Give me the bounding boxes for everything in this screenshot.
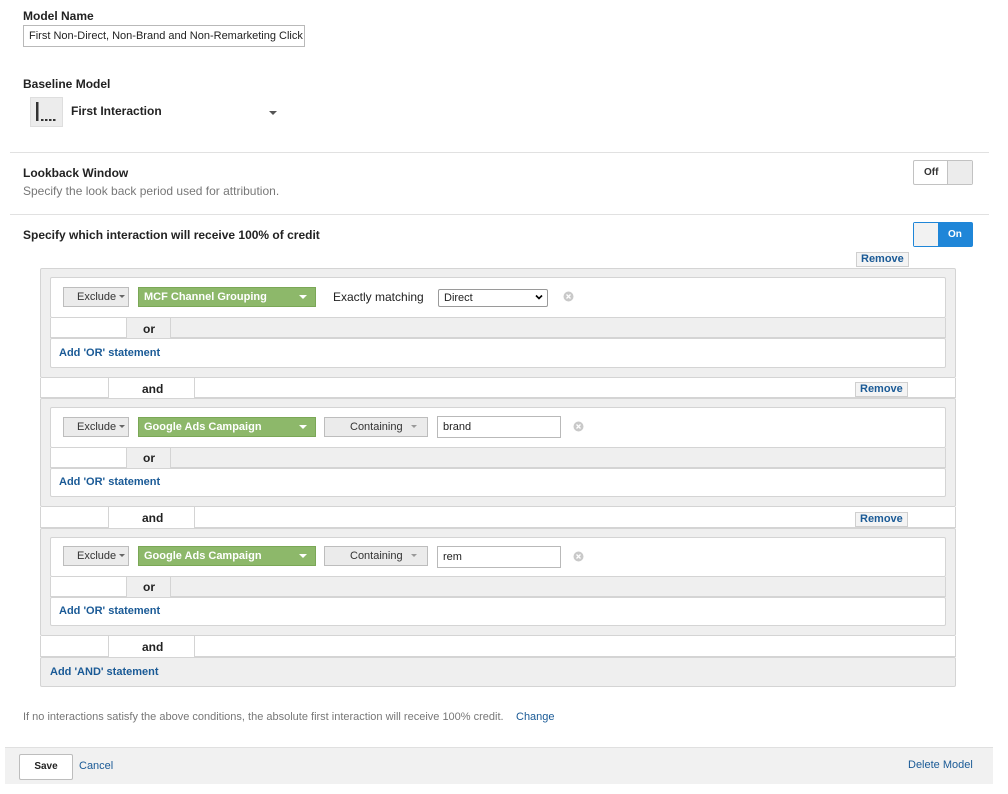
or-spacer bbox=[170, 318, 946, 338]
model-name-label: Model Name bbox=[23, 9, 94, 23]
chevron-down-icon bbox=[269, 111, 277, 115]
add-or-link[interactable]: Add 'OR' statement bbox=[59, 347, 160, 359]
clear-icon[interactable] bbox=[573, 551, 584, 562]
credit-toggle-label: On bbox=[948, 229, 962, 240]
chevron-down-icon bbox=[119, 425, 125, 428]
dimension-label: MCF Channel Grouping bbox=[144, 291, 267, 303]
toggle-knob bbox=[914, 223, 939, 246]
add-or-row bbox=[50, 338, 946, 368]
chevron-down-icon bbox=[411, 425, 417, 428]
dimension-label: Google Ads Campaign bbox=[144, 421, 262, 433]
and-label: and bbox=[142, 511, 164, 525]
model-name-input[interactable]: First Non-Direct, Non-Brand and Non-Rema… bbox=[23, 25, 305, 47]
chevron-down-icon bbox=[119, 295, 125, 298]
remove-button[interactable]: Remove bbox=[856, 252, 909, 267]
credit-title: Specify which interaction will receive 1… bbox=[23, 228, 320, 242]
exclude-button[interactable]: Exclude bbox=[63, 287, 129, 307]
delete-model-link[interactable]: Delete Model bbox=[908, 759, 973, 771]
chevron-down-icon bbox=[299, 425, 307, 429]
exclude-button[interactable]: Exclude bbox=[63, 546, 129, 566]
baseline-model-value: First Interaction bbox=[71, 104, 162, 118]
save-button[interactable]: Save bbox=[19, 754, 73, 780]
exclude-button[interactable]: Exclude bbox=[63, 417, 129, 437]
and-spacer bbox=[194, 636, 956, 657]
clear-icon[interactable] bbox=[573, 421, 584, 432]
or-spacer bbox=[50, 577, 127, 597]
baseline-model-dropdown[interactable]: First Interaction bbox=[30, 97, 282, 127]
match-type-label: Containing bbox=[350, 421, 403, 433]
and-label: and bbox=[142, 640, 164, 654]
exclude-label: Exclude bbox=[77, 550, 117, 562]
or-label: or bbox=[143, 580, 155, 594]
and-spacer bbox=[40, 378, 109, 398]
lookback-toggle[interactable]: Off bbox=[913, 160, 973, 185]
dimension-selector[interactable]: Google Ads Campaign bbox=[138, 546, 316, 566]
chevron-down-icon bbox=[535, 294, 543, 300]
change-link[interactable]: Change bbox=[516, 711, 555, 723]
lookback-description: Specify the look back period used for at… bbox=[23, 184, 280, 198]
lookback-title: Lookback Window bbox=[23, 166, 129, 180]
match-type-label: Exactly matching bbox=[333, 290, 424, 304]
cancel-link[interactable]: Cancel bbox=[79, 760, 113, 772]
divider bbox=[10, 152, 989, 153]
chevron-down-icon bbox=[119, 554, 125, 557]
toggle-knob bbox=[947, 161, 972, 184]
and-spacer bbox=[194, 378, 956, 398]
add-or-link[interactable]: Add 'OR' statement bbox=[59, 476, 160, 488]
clear-icon[interactable] bbox=[563, 291, 574, 302]
add-or-link[interactable]: Add 'OR' statement bbox=[59, 605, 160, 617]
add-and-row bbox=[40, 657, 956, 687]
chevron-down-icon bbox=[299, 295, 307, 299]
and-spacer bbox=[194, 507, 956, 528]
or-spacer bbox=[170, 448, 946, 468]
chevron-down-icon bbox=[299, 554, 307, 558]
first-interaction-icon bbox=[30, 97, 63, 127]
dimension-label: Google Ads Campaign bbox=[144, 550, 262, 562]
footer-bar: Save Cancel Delete Model bbox=[5, 747, 993, 784]
exclude-label: Exclude bbox=[77, 421, 117, 433]
baseline-model-label: Baseline Model bbox=[23, 77, 111, 91]
match-type-button[interactable]: Containing bbox=[324, 546, 428, 566]
remove-button[interactable]: Remove bbox=[855, 512, 908, 527]
match-type-button[interactable]: Containing bbox=[324, 417, 428, 437]
dimension-selector[interactable]: Google Ads Campaign bbox=[138, 417, 316, 437]
dimension-selector[interactable]: MCF Channel Grouping bbox=[138, 287, 316, 307]
chevron-down-icon bbox=[411, 554, 417, 557]
divider bbox=[10, 214, 989, 215]
lookback-toggle-label: Off bbox=[924, 167, 939, 178]
match-type-label: Containing bbox=[350, 550, 403, 562]
or-spacer bbox=[50, 448, 127, 468]
and-spacer bbox=[40, 507, 109, 528]
fallback-text: If no interactions satisfy the above con… bbox=[23, 711, 504, 723]
and-label: and bbox=[142, 382, 164, 396]
and-spacer bbox=[40, 636, 109, 657]
or-spacer bbox=[170, 577, 946, 597]
value-input[interactable]: rem bbox=[437, 546, 561, 568]
exclude-label: Exclude bbox=[77, 291, 117, 303]
or-label: or bbox=[143, 322, 155, 336]
add-or-row bbox=[50, 468, 946, 497]
value-select-label: Direct bbox=[444, 292, 473, 304]
add-and-link[interactable]: Add 'AND' statement bbox=[50, 666, 159, 678]
value-input[interactable]: brand bbox=[437, 416, 561, 438]
or-spacer bbox=[50, 318, 127, 338]
remove-button[interactable]: Remove bbox=[855, 382, 908, 397]
credit-toggle[interactable]: On bbox=[913, 222, 973, 247]
add-or-row bbox=[50, 597, 946, 626]
value-select[interactable]: Direct bbox=[438, 289, 548, 307]
or-label: or bbox=[143, 451, 155, 465]
